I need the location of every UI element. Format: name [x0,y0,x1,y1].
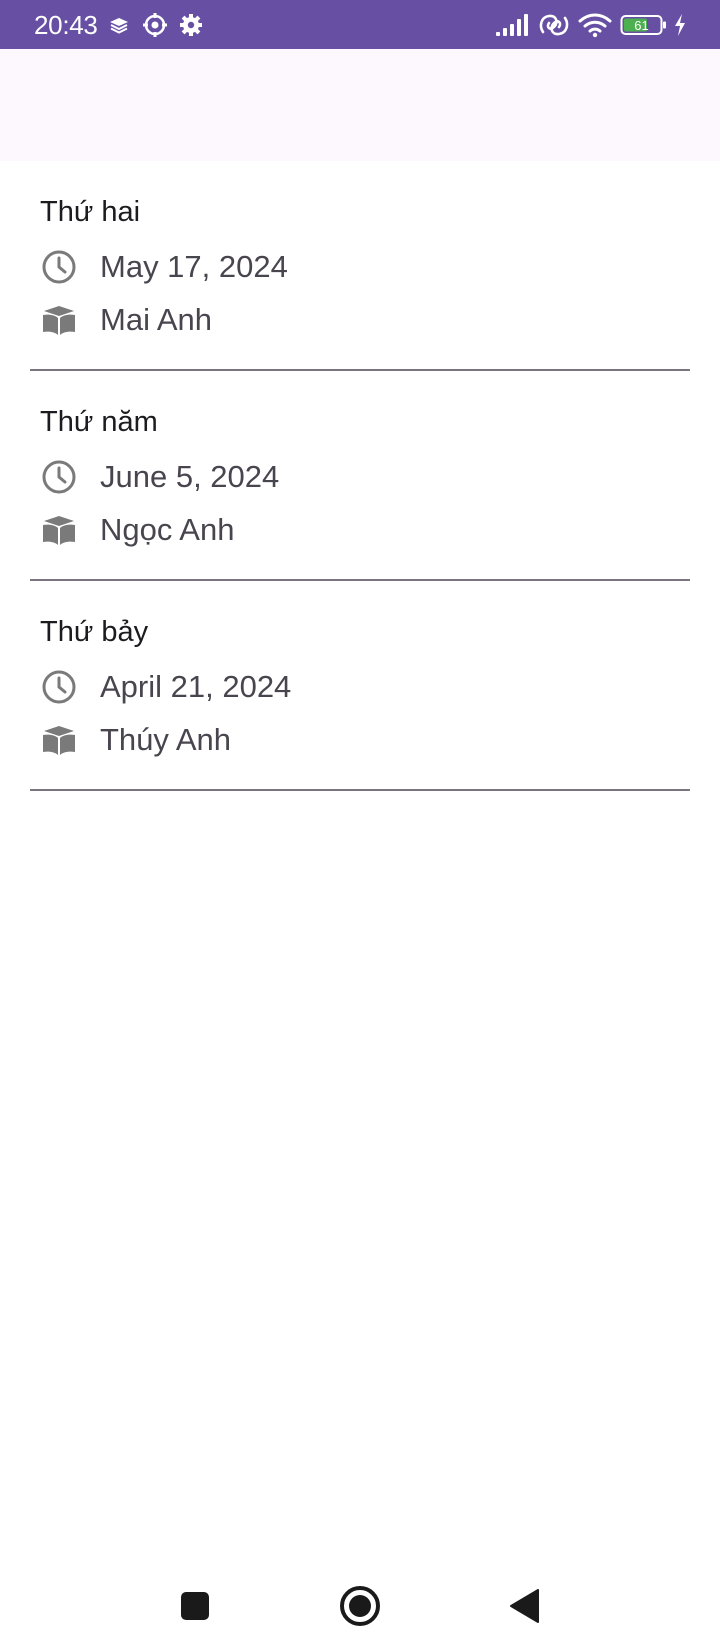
status-bar: 20:43 61 [0,0,720,49]
home-button[interactable] [336,1582,384,1630]
schedule-list: Thứ hai May 17, 2024 Mai Anh Thứ năm Jun… [0,161,720,791]
item-name: Thúy Anh [100,722,231,757]
clock-icon [40,248,78,286]
layers-icon [108,12,130,38]
clock-icon [40,458,78,496]
item-date-row: June 5, 2024 [40,457,279,497]
item-date: June 5, 2024 [100,459,280,494]
link-icon [537,12,571,38]
battery-icon: 61 [620,14,668,40]
camera-settings-icon [142,12,168,38]
triangle-back-icon [510,1589,539,1623]
item-day: Thứ hai [40,196,141,228]
navigation-bar [0,1560,720,1650]
app-bar [0,49,720,161]
item-name: Ngọc Anh [100,512,235,547]
back-button[interactable] [500,1582,548,1630]
item-day: Thứ bảy [40,616,149,648]
book-icon [40,301,78,339]
item-date-row: May 17, 2024 [40,247,288,287]
item-date: April 21, 2024 [100,669,292,704]
signal-icon [495,12,531,38]
clock-icon [40,668,78,706]
item-date: May 17, 2024 [100,249,288,284]
recents-button[interactable] [171,1582,219,1630]
item-day: Thứ năm [40,406,158,438]
item-name-row: Mai Anh [40,300,212,340]
circle-icon [340,1586,380,1626]
wifi-icon [578,12,612,38]
list-item[interactable]: Thứ năm June 5, 2024 Ngọc Anh [0,371,720,581]
gear-icon [178,12,204,38]
battery-level: 61 [634,18,648,33]
status-time: 20:43 [34,10,98,40]
item-name: Mai Anh [100,302,213,337]
item-name-row: Thúy Anh [40,720,231,760]
square-icon [181,1592,209,1620]
book-icon [40,511,78,549]
item-date-row: April 21, 2024 [40,667,291,707]
item-name-row: Ngọc Anh [40,510,234,550]
charging-icon [672,12,688,38]
list-item[interactable]: Thứ hai May 17, 2024 Mai Anh [0,161,720,371]
list-item[interactable]: Thứ bảy April 21, 2024 Thúy Anh [0,581,720,791]
book-icon [40,721,78,759]
divider [30,789,690,791]
